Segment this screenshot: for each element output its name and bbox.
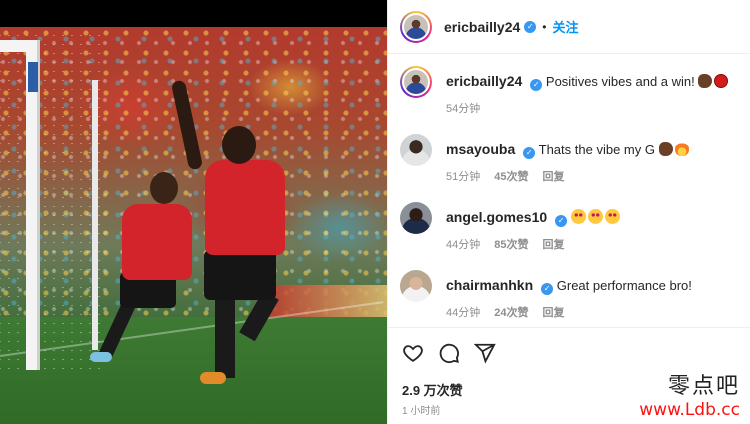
post-header: ericbailly24 ✓ • 关注 xyxy=(388,0,750,54)
star-struck-emoji xyxy=(604,209,620,224)
author-info: ericbailly24 ✓ • 关注 xyxy=(444,17,579,36)
comment-text: Thats the vibe my G xyxy=(538,142,655,157)
comment-meta: 44分钟 24次赞 回复 xyxy=(446,304,565,320)
comment-username[interactable]: angel.gomes10 xyxy=(446,209,547,225)
caption-text: Positives vibes and a win! xyxy=(545,74,695,89)
comments-section: ericbailly24 ✓ Positives vibes and a win!… xyxy=(388,54,750,327)
comment-body: angel.gomes10 ✓ xyxy=(446,208,736,227)
reply-button[interactable]: 回复 xyxy=(543,236,565,252)
comment-icon[interactable] xyxy=(438,342,460,364)
comment-likes-button[interactable]: 45次赞 xyxy=(494,168,528,184)
goal-net xyxy=(0,27,100,372)
goal-back-post xyxy=(92,80,98,350)
caption-row: ericbailly24 ✓ Positives vibes and a win! xyxy=(400,66,740,98)
commenter-avatar[interactable] xyxy=(400,202,432,234)
comment-likes-button[interactable]: 24次赞 xyxy=(494,304,528,320)
verified-badge-icon: ✓ xyxy=(541,283,554,295)
comment-username[interactable]: chairmanhkn xyxy=(446,277,533,293)
caption-username[interactable]: ericbailly24 xyxy=(446,73,522,89)
post-photo[interactable] xyxy=(0,0,387,424)
separator-dot: • xyxy=(542,19,547,34)
goal-post-sticker xyxy=(28,62,38,92)
commenter-avatar[interactable] xyxy=(400,270,432,302)
flexed-biceps-emoji xyxy=(698,74,713,88)
watermark-site-name: 零点吧 xyxy=(667,374,740,399)
watermark: 零点吧 www.Ldb.cc xyxy=(639,374,740,420)
caption-time: 54分钟 xyxy=(446,103,481,115)
comment-body: msayouba ✓ Thats the vibe my G xyxy=(446,140,736,159)
comment-row: chairmanhkn ✓ Great performance bro! xyxy=(400,270,740,302)
commenter-avatar[interactable] xyxy=(400,134,432,166)
action-bar xyxy=(402,342,496,364)
comment-body: chairmanhkn ✓ Great performance bro! xyxy=(446,276,736,295)
comment-meta: 44分钟 85次赞 回复 xyxy=(446,236,565,252)
reply-button[interactable]: 回复 xyxy=(543,304,565,320)
star-struck-emoji xyxy=(570,209,586,224)
heart-icon[interactable] xyxy=(402,342,424,364)
caption-avatar[interactable] xyxy=(400,66,432,98)
photo-top-bar xyxy=(0,0,387,27)
post-panel: ericbailly24 ✓ • 关注 ericbailly24 ✓ Positi… xyxy=(387,0,750,424)
comment-time: 44分钟 xyxy=(446,239,481,251)
share-icon[interactable] xyxy=(474,342,496,364)
verified-badge-icon: ✓ xyxy=(530,79,543,91)
author-username[interactable]: ericbailly24 xyxy=(444,19,520,35)
author-avatar[interactable] xyxy=(400,10,432,43)
comment-time: 51分钟 xyxy=(446,171,481,183)
likes-count[interactable]: 2.9 万次赞 xyxy=(402,380,463,399)
verified-badge-icon: ✓ xyxy=(555,215,568,227)
verified-badge-icon: ✓ xyxy=(524,20,537,33)
comment-text: Great performance bro! xyxy=(556,278,692,293)
posted-time: 1 小时前 xyxy=(402,406,441,417)
comment-row: angel.gomes10 ✓ xyxy=(400,202,740,234)
star-struck-emoji xyxy=(587,209,603,224)
red-circle-emoji xyxy=(714,74,729,88)
comment-time: 44分钟 xyxy=(446,307,481,319)
comment-likes-button[interactable]: 85次赞 xyxy=(494,236,528,252)
fire-emoji xyxy=(674,142,689,156)
caption-body: ericbailly24 ✓ Positives vibes and a win! xyxy=(446,72,736,91)
watermark-url: www.Ldb.cc xyxy=(639,400,740,420)
verified-badge-icon: ✓ xyxy=(523,147,536,159)
flexed-biceps-emoji xyxy=(658,142,673,156)
ad-board xyxy=(270,285,387,317)
follow-button[interactable]: 关注 xyxy=(552,17,578,36)
reply-button[interactable]: 回复 xyxy=(543,168,565,184)
comment-row: msayouba ✓ Thats the vibe my G xyxy=(400,134,740,166)
caption-meta: 54分钟 xyxy=(446,100,480,116)
comment-username[interactable]: msayouba xyxy=(446,141,515,157)
comment-meta: 51分钟 45次赞 回复 xyxy=(446,168,565,184)
